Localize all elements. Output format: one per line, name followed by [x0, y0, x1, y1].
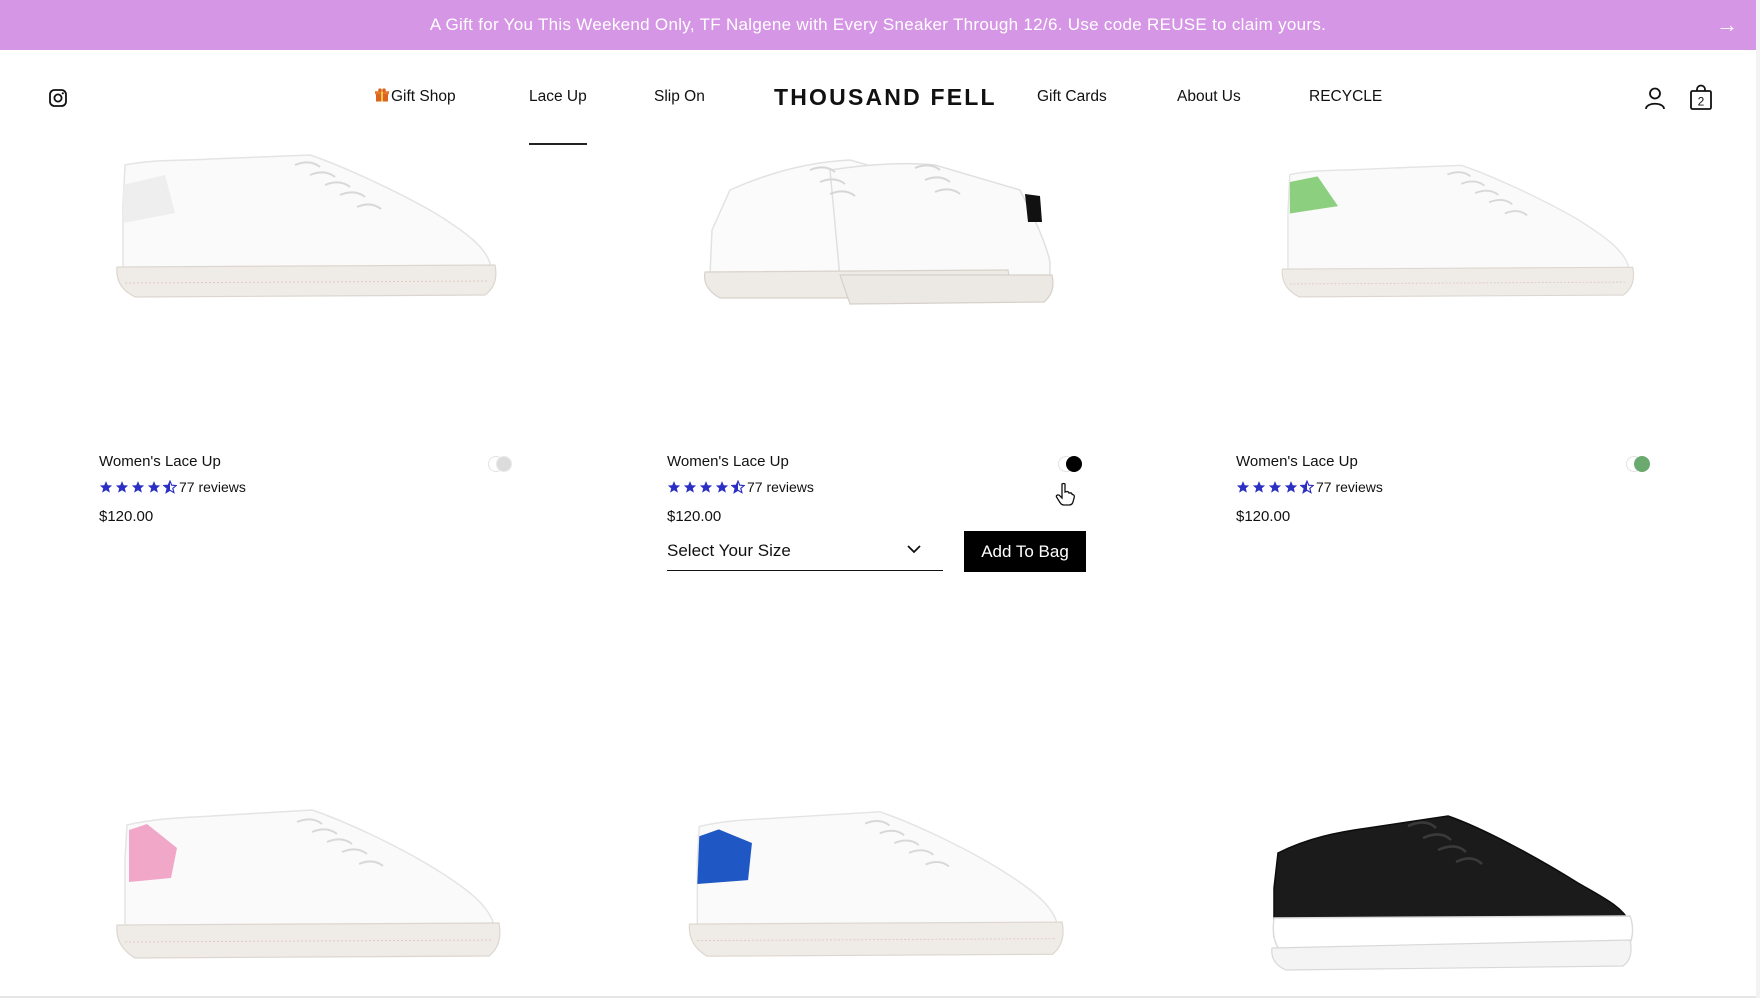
gift-icon [375, 88, 389, 102]
add-to-bag-button[interactable]: Add To Bag [964, 531, 1086, 572]
size-select[interactable]: Select Your Size [667, 532, 943, 571]
review-count[interactable]: 77 reviews [179, 479, 246, 495]
product-price: $120.00 [1236, 508, 1291, 525]
star-rating-icon [99, 480, 177, 494]
rating: 77 reviews [1236, 478, 1383, 496]
product-image[interactable] [690, 150, 1070, 315]
review-count[interactable]: 77 reviews [747, 479, 814, 495]
site-header: Gift Shop Lace Up Slip On THOUSAND FELL … [0, 50, 1756, 145]
arrow-right-icon[interactable]: → [1716, 12, 1738, 38]
nav-gift-shop-label: Gift Shop [391, 88, 456, 105]
color-swatches[interactable] [1058, 455, 1094, 473]
heel-tab [1025, 194, 1042, 222]
product-name[interactable]: Women's Lace Up [1236, 453, 1358, 470]
product-image[interactable] [97, 800, 507, 970]
product-image[interactable] [1262, 150, 1642, 315]
instagram-icon[interactable] [48, 88, 68, 108]
nav-about-us[interactable]: About Us [1177, 88, 1241, 106]
bag-count: 2 [1698, 95, 1705, 109]
rating: 77 reviews [667, 478, 814, 496]
product-name[interactable]: Women's Lace Up [667, 453, 789, 470]
swatch-green[interactable] [1634, 456, 1650, 472]
chevron-down-icon [907, 545, 921, 554]
color-swatches[interactable] [1626, 455, 1662, 473]
nav-lace-up[interactable]: Lace Up [529, 88, 587, 106]
active-nav-underline [529, 143, 587, 145]
nav-recycle[interactable]: RECYCLE [1309, 88, 1382, 106]
nav-gift-shop[interactable]: Gift Shop [375, 88, 456, 106]
nav-slip-on[interactable]: Slip On [654, 88, 705, 106]
shopping-bag-icon[interactable]: 2 [1689, 84, 1713, 110]
scrollbar-track[interactable] [1756, 0, 1760, 998]
swatch-black[interactable] [1066, 456, 1082, 472]
star-rating-icon [667, 480, 745, 494]
product-price: $120.00 [99, 508, 154, 525]
review-count[interactable]: 77 reviews [1316, 479, 1383, 495]
account-icon[interactable] [1644, 86, 1666, 110]
product-image[interactable] [95, 145, 505, 310]
rating: 77 reviews [99, 478, 246, 496]
promo-banner[interactable]: A Gift for You This Weekend Only, TF Nal… [0, 0, 1756, 50]
promo-text: A Gift for You This Weekend Only, TF Nal… [429, 15, 1327, 34]
product-name[interactable]: Women's Lace Up [99, 453, 221, 470]
star-rating-icon [1236, 480, 1314, 494]
product-price: $120.00 [667, 508, 722, 525]
hand-cursor-icon [1055, 482, 1075, 506]
product-image[interactable] [670, 800, 1070, 970]
size-select-label: Select Your Size [667, 541, 791, 560]
product-image[interactable] [1258, 808, 1648, 978]
nav-gift-cards[interactable]: Gift Cards [1037, 88, 1107, 106]
logo[interactable]: THOUSAND FELL [774, 84, 997, 111]
color-swatches[interactable] [488, 455, 524, 473]
swatch-white[interactable] [496, 456, 512, 472]
